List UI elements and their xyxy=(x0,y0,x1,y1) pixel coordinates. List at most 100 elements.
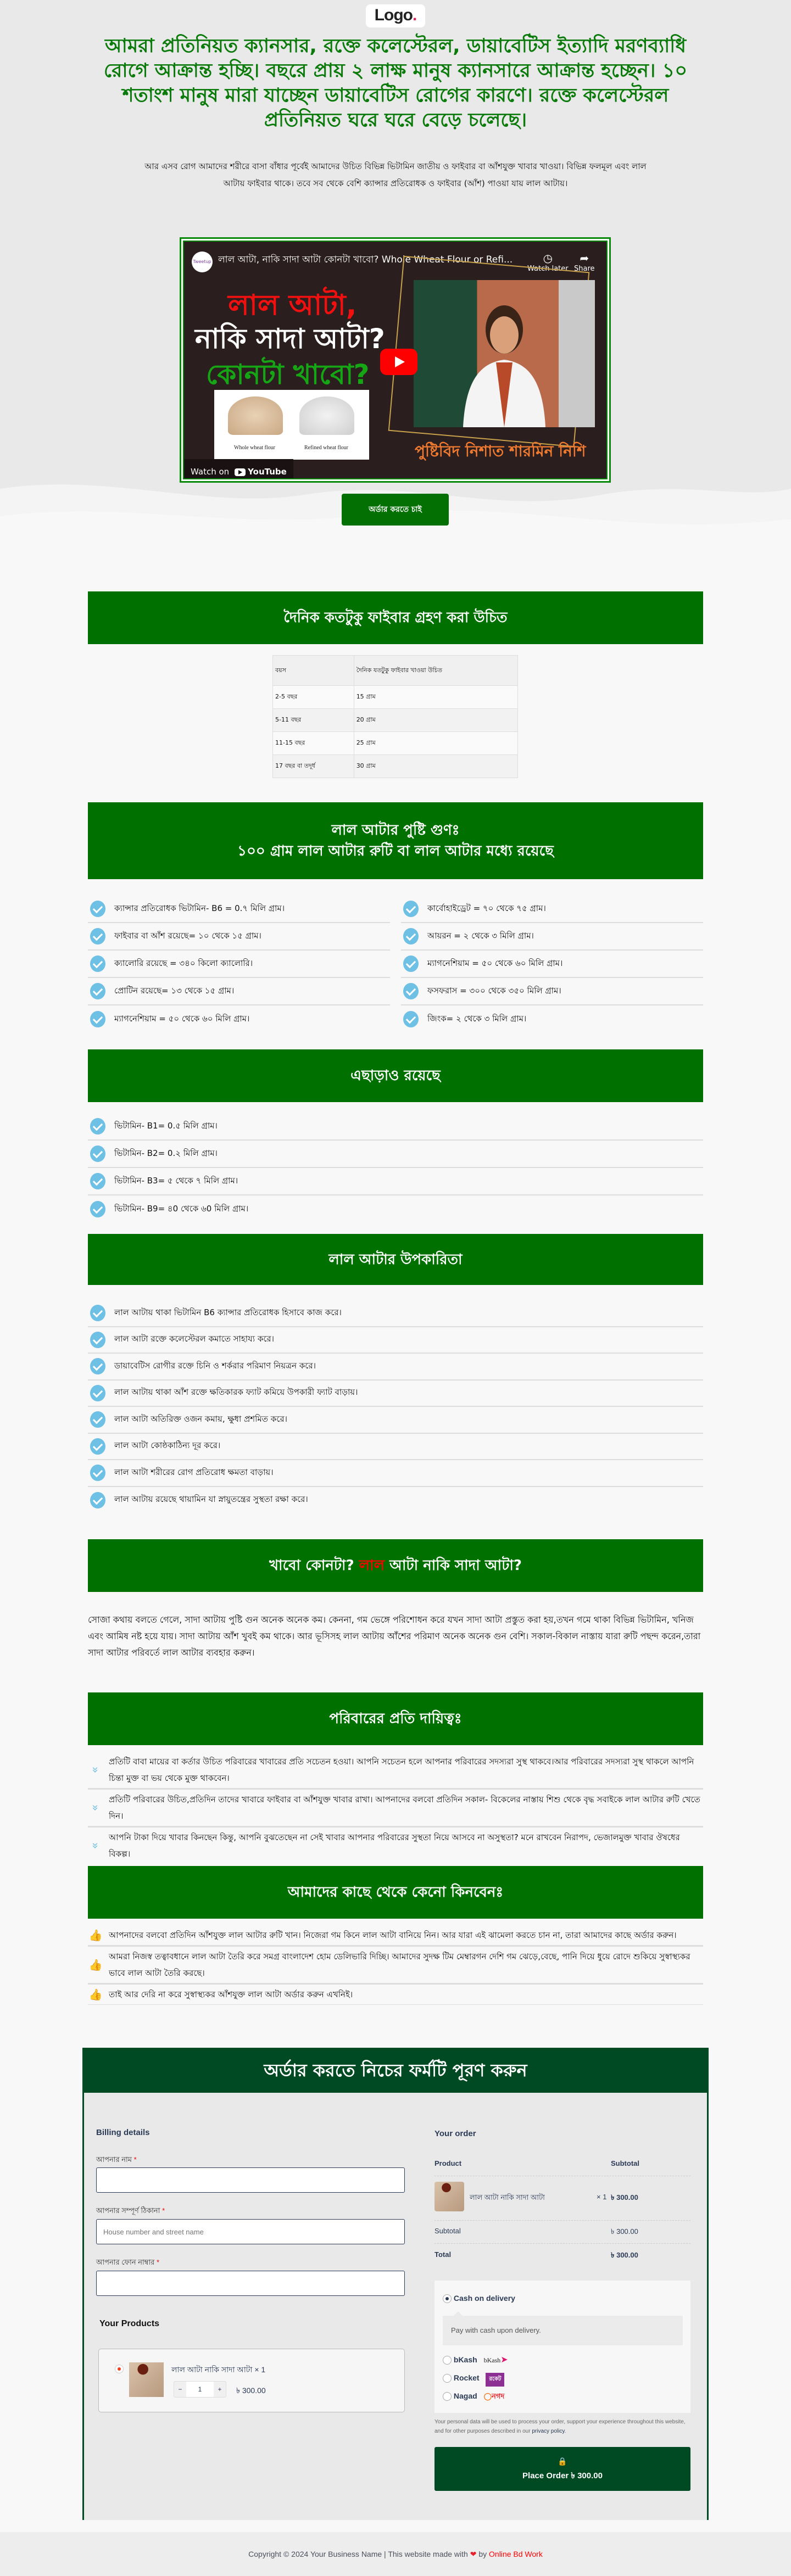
list-item-text: লাল আটা শরীরের রোগ প্রতিরোধ ক্ষমতা বাড়া… xyxy=(114,1467,274,1477)
name-input[interactable] xyxy=(96,2167,405,2193)
list-item: 👍 আপনাদের বলবো প্রতিদিন আঁশযুক্ত লাল আটার… xyxy=(88,1925,703,1947)
extra-section-header: এছাড়াও রয়েছে xyxy=(88,1049,703,1102)
list-item-text: আয়রন = ২ থেকে ৩ মিলি গ্রাম। xyxy=(427,930,534,941)
table-row: 5-11 বছর 20 গ্রাম xyxy=(272,708,519,732)
order-item-image xyxy=(435,2182,464,2211)
nutrition-right-column: কার্বোহাইড্রেট = ৭০ থেকে ৭৫ গ্রাম। আয়রন … xyxy=(401,896,703,1033)
check-circle-icon xyxy=(403,955,419,972)
phone-input[interactable] xyxy=(96,2271,405,2296)
speaker-silhouette xyxy=(463,305,545,427)
list-item: জিংক= ২ থেকে ৩ মিলি গ্রাম। xyxy=(401,1005,703,1033)
subtotal-value: ৳ 300.00 xyxy=(611,2227,638,2236)
address-input[interactable] xyxy=(96,2219,405,2244)
check-circle-icon xyxy=(90,1491,105,1508)
list-item: » প্রতিটি বাবা মায়ের বা কর্তার উচিত পরিব… xyxy=(88,1752,703,1790)
cell-age: 17 বছর বা তদূর্ধ xyxy=(272,755,354,778)
nagad-logo: ◯নগদ xyxy=(483,2392,505,2400)
channel-avatar[interactable]: Tweetup xyxy=(192,252,213,272)
nutrition-title-line-2: ১০০ গ্রাম লাল আটার রুটি বা লাল আটার মধ্য… xyxy=(237,843,554,859)
list-item: লাল আটায় থাকা আঁশ রক্তে ক্ষতিকারক ফ্যাট… xyxy=(88,1381,703,1407)
cod-description: Pay with cash upon delivery. xyxy=(443,2316,683,2345)
bkash-logo: bKash➤ xyxy=(483,2355,508,2365)
place-order-label: Place Order ৳ 300.00 xyxy=(522,2471,603,2480)
list-item: ক্যান্সার প্রতিরোধক ভিটামিন- B6 = 0.৭ মি… xyxy=(88,896,390,923)
list-item: আয়রন = ২ থেকে ৩ মিলি গ্রাম। xyxy=(401,923,703,951)
fiber-title: দৈনিক কতটুকু ফাইবার গ্রহণ করা উচিত xyxy=(283,610,508,626)
your-products-heading: Your Products xyxy=(99,2319,160,2328)
check-circle-icon xyxy=(90,955,105,972)
payment-bkash[interactable]: bKash bKash➤ xyxy=(443,2354,508,2365)
double-check-icon: » xyxy=(89,1766,102,1774)
check-circle-icon xyxy=(90,1331,105,1348)
privacy-policy-link[interactable]: privacy policy xyxy=(532,2428,564,2434)
place-order-button[interactable]: 🔒 Place Order ৳ 300.00 xyxy=(435,2447,690,2491)
share-button[interactable]: ➦ Share xyxy=(574,252,595,273)
list-item: লাল আটা শরীরের রোগ প্রতিরোধ ক্ষমতা বাড়া… xyxy=(88,1460,703,1487)
qty-plus-button[interactable]: + xyxy=(214,2382,226,2397)
list-item: ভিটামিন- B9= ৪0 থেকে ৬0 মিলি গ্রাম। xyxy=(88,1195,703,1223)
nutrition-left-column: ক্যান্সার প্রতিরোধক ভিটামিন- B6 = 0.৭ মি… xyxy=(88,896,390,1033)
list-item-text: ভিটামিন- B9= ৪0 থেকে ৬0 মিলি গ্রাম। xyxy=(114,1203,249,1214)
nagad-radio[interactable] xyxy=(443,2392,452,2401)
list-item-text: ফাইবার বা আঁশ রয়েছে= ১০ থেকে ১৫ গ্রাম। xyxy=(114,930,261,941)
bkash-radio[interactable] xyxy=(443,2356,452,2365)
why-title: আমাদের কাছে থেকে কেনো কিনবেনঃ xyxy=(287,1884,504,1901)
checkout-title: অর্ডার করতে নিচের ফর্মটি পূরণ করুন xyxy=(84,2048,707,2093)
subtotal-row: Subtotal ৳ 300.00 xyxy=(435,2227,693,2236)
column-header-fiber: দৈনিক যতটুকু ফাইবার খাওয়া উচিত xyxy=(353,655,519,686)
rocket-label: Rocket xyxy=(453,2373,480,2382)
payment-rocket[interactable]: Rocket রকেট xyxy=(443,2373,505,2387)
list-item-text: তাই আর দেরি না করে সুস্বাস্থ্যকর আঁশযুক্… xyxy=(109,1990,353,1999)
list-item-text: ম্যাগনেশিয়াম = ৫০ থেকে ৬০ মিলি গ্রাম। xyxy=(114,1013,250,1024)
required-marker: * xyxy=(156,2258,159,2266)
list-item-text: প্রোটিন রয়েছে= ১৩ থেকে ১৫ গ্রাম। xyxy=(114,985,235,996)
logo-text: Logo xyxy=(374,6,413,24)
watch-on-youtube-button[interactable]: Watch on YouTube xyxy=(184,459,293,478)
list-item-text: আপনাদের বলবো প্রতিদিন আঁশযুক্ত লাল আটার … xyxy=(109,1930,677,1940)
check-circle-icon xyxy=(90,1173,105,1189)
qty-input[interactable]: 1 xyxy=(186,2382,214,2397)
list-item: ভিটামিন- B3= ৫ থেকে ৭ মিলি গ্রাম। xyxy=(88,1168,703,1195)
order-now-button[interactable]: অর্ডার করতে চাই xyxy=(342,494,449,526)
bkash-logo-text: bKash xyxy=(483,2356,501,2364)
product-radio[interactable] xyxy=(115,2365,124,2373)
check-circle-icon xyxy=(90,983,105,999)
nagad-logo-text: নগদ xyxy=(492,2392,505,2400)
thumbs-up-icon: 👍 xyxy=(88,1958,103,1971)
fiber-section-header: দৈনিক কতটুকু ফাইবার গ্রহণ করা উচিত xyxy=(88,591,703,644)
payment-cod[interactable]: Cash on delivery xyxy=(443,2294,515,2304)
youtube-video-embed[interactable]: Tweetup লাল আটা, নাকি সাদা আটা কোনটা খাব… xyxy=(180,237,611,483)
billing-details-heading: Billing details xyxy=(96,2128,150,2137)
privacy-end: . xyxy=(564,2428,566,2434)
check-circle-icon xyxy=(90,1384,105,1401)
product-option[interactable]: লাল আটা নাকি সাদা আটা × 1 − 1 + ৳ 300.00 xyxy=(98,2349,405,2412)
cod-radio[interactable] xyxy=(443,2294,452,2304)
cell-age: 5-11 বছর xyxy=(272,708,354,732)
which-paragraph: সোজা কথায় বলতে গেলে, সাদা আটায় পুষ্টি … xyxy=(88,1614,701,1658)
footer-copyright: Copyright © 2024 Your Business Name | Th… xyxy=(248,2550,468,2558)
play-button[interactable] xyxy=(380,349,417,375)
footer-credit-link[interactable]: Online Bd Work xyxy=(489,2550,543,2558)
cell-age: 2-5 বছর xyxy=(272,685,354,709)
clock-icon: ◷ xyxy=(543,252,553,265)
footer-by: by xyxy=(478,2550,487,2558)
why-section-header: আমাদের কাছে থেকে কেনো কিনবেনঃ xyxy=(88,1866,703,1919)
youtube-icon xyxy=(235,468,246,476)
rocket-radio[interactable] xyxy=(443,2374,452,2383)
payment-nagad[interactable]: Nagad ◯নগদ xyxy=(443,2391,504,2403)
total-value: ৳ 300.00 xyxy=(611,2251,638,2259)
qty-minus-button[interactable]: − xyxy=(174,2382,186,2397)
watch-on-label: Watch on xyxy=(191,467,230,477)
site-logo[interactable]: Logo. xyxy=(366,4,425,27)
rocket-logo: রকেট xyxy=(486,2373,505,2387)
lock-icon: 🔒 xyxy=(558,2457,567,2466)
subtotal-label: Subtotal xyxy=(435,2227,461,2235)
quantity-stepper[interactable]: − 1 + xyxy=(174,2381,226,2398)
check-circle-icon xyxy=(90,901,105,917)
nutrition-title-line-1: লাল আটার পুষ্টি গুণঃ xyxy=(331,822,460,839)
address-label: আপনার সম্পূর্ণ ঠিকানা * xyxy=(96,2206,165,2217)
list-item-text: ডায়াবেটিস রোগীর রক্তে চিনি ও শর্করার পর… xyxy=(114,1360,316,1371)
footer: Copyright © 2024 Your Business Name | Th… xyxy=(0,2532,791,2576)
list-item-text: ভিটামিন- B2= 0.২ মিলি গ্রাম। xyxy=(114,1148,218,1158)
product-price: ৳ 300.00 xyxy=(236,2386,266,2395)
